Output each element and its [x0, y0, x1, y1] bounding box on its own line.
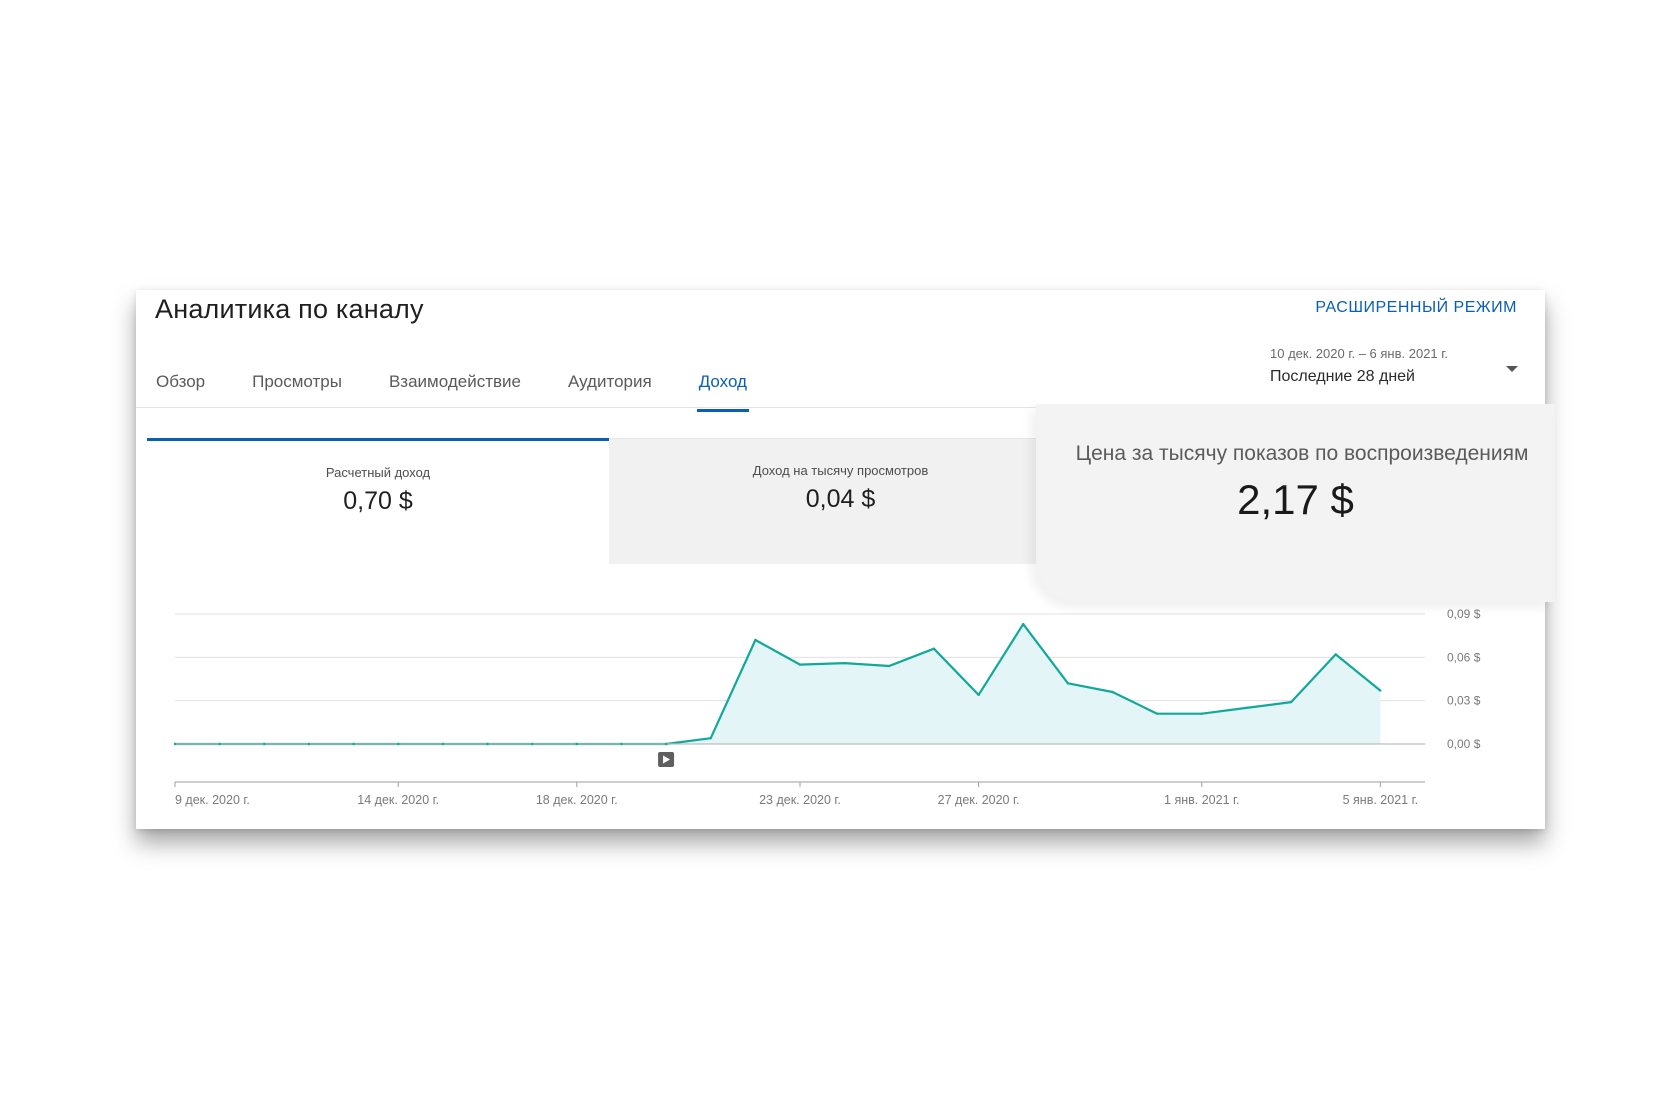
page-title: Аналитика по каналу: [155, 294, 424, 324]
chart-data-point: [709, 737, 712, 740]
tab-engagement[interactable]: Взаимодействие: [389, 372, 521, 412]
metric-label: Цена за тысячу показов по воспроизведени…: [1075, 442, 1529, 465]
x-tick-label: 1 янв. 2021 г.: [1164, 793, 1239, 807]
chart-data-point: [1155, 712, 1159, 715]
chart-data-point: [263, 742, 266, 746]
chart-data-point: [1022, 622, 1025, 626]
y-tick-label: 0,09 $: [1447, 607, 1481, 621]
chart-data-point: [932, 647, 936, 650]
metric-card-playback-cpm[interactable]: Цена за тысячу показов по воспроизведени…: [1036, 404, 1555, 602]
chart-data-point: [1200, 712, 1203, 715]
tab-views[interactable]: Просмотры: [252, 372, 342, 412]
chart-data-point: [530, 742, 534, 746]
x-tick-label: 27 дек. 2020 г.: [938, 793, 1020, 807]
chart-data-point: [441, 742, 445, 746]
y-tick-label: 0,03 $: [1447, 694, 1481, 708]
chart-data-point: [754, 638, 757, 642]
x-tick-label: 23 дек. 2020 г.: [759, 793, 841, 807]
metric-card-rpm[interactable]: Доход на тысячу просмотров 0,04 $: [609, 438, 1072, 564]
chart-data-point: [1289, 700, 1293, 704]
chart-data-point: [397, 742, 400, 746]
chart-data-point: [1379, 689, 1382, 692]
chart-data-point: [664, 742, 668, 746]
chart-data-point: [620, 742, 623, 746]
x-tick-label: 5 янв. 2021 г.: [1343, 793, 1418, 807]
analytics-card: Аналитика по каналу РАСШИРЕННЫЙ РЕЖИМ Об…: [136, 290, 1555, 829]
y-tick-label: 0,06 $: [1447, 650, 1481, 664]
chart-data-point: [798, 663, 802, 666]
advanced-mode-link[interactable]: РАСШИРЕННЫЙ РЕЖИМ: [1315, 299, 1517, 317]
chevron-down-icon[interactable]: [1506, 366, 1518, 372]
chart-data-point: [888, 664, 891, 668]
chart-data-point: [486, 742, 489, 746]
chart-data-point: [1334, 653, 1337, 656]
revenue-chart: 0,00 $ 0,03 $ 0,06 $ 0,09 $ 9 дек. 2020 г. 1…: [173, 607, 1481, 807]
metric-label: Доход на тысячу просмотров: [752, 463, 929, 478]
chart-data-point: [1066, 682, 1070, 685]
chart-data-point: [575, 742, 578, 746]
chart-data-point: [173, 742, 177, 746]
chart-data-point: [977, 693, 980, 697]
chart-data-point: [1111, 690, 1114, 694]
date-range-picker[interactable]: 10 дек. 2020 г. – 6 янв. 2021 г. Последн…: [1270, 346, 1520, 402]
metric-value: 0,70 $: [343, 487, 413, 515]
screenshot-stage: Аналитика по каналу РАСШИРЕННЫЙ РЕЖИМ Об…: [0, 0, 1680, 1120]
y-tick-label: 0,00 $: [1447, 737, 1481, 751]
tab-revenue[interactable]: Доход: [696, 372, 750, 412]
chart-area: [175, 624, 1381, 744]
metric-card-estimated-revenue[interactable]: Расчетный доход 0,70 $: [147, 438, 609, 564]
tab-bar: Обзор Просмотры Взаимодействие Аудитория…: [156, 372, 794, 412]
x-tick-label: 9 дек. 2020 г.: [175, 793, 250, 807]
tab-audience[interactable]: Аудитория: [568, 372, 652, 412]
metric-value: 2,17 $: [1237, 476, 1354, 523]
chart-data-point: [307, 742, 311, 746]
date-preset-text: Последние 28 дней: [1270, 368, 1415, 385]
chart-data-point: [352, 742, 355, 746]
chart-data-point: [218, 742, 221, 746]
metric-label: Расчетный доход: [325, 465, 431, 480]
x-tick-label: 18 дек. 2020 г.: [536, 793, 618, 807]
chart-data-point: [1245, 706, 1248, 710]
tab-overview[interactable]: Обзор: [156, 372, 205, 412]
x-tick-label: 14 дек. 2020 г.: [357, 793, 439, 807]
chart-data-point: [843, 661, 846, 665]
date-range-text: 10 дек. 2020 г. – 6 янв. 2021 г.: [1270, 346, 1449, 361]
play-icon[interactable]: [658, 752, 675, 767]
metric-value: 0,04 $: [805, 485, 876, 513]
